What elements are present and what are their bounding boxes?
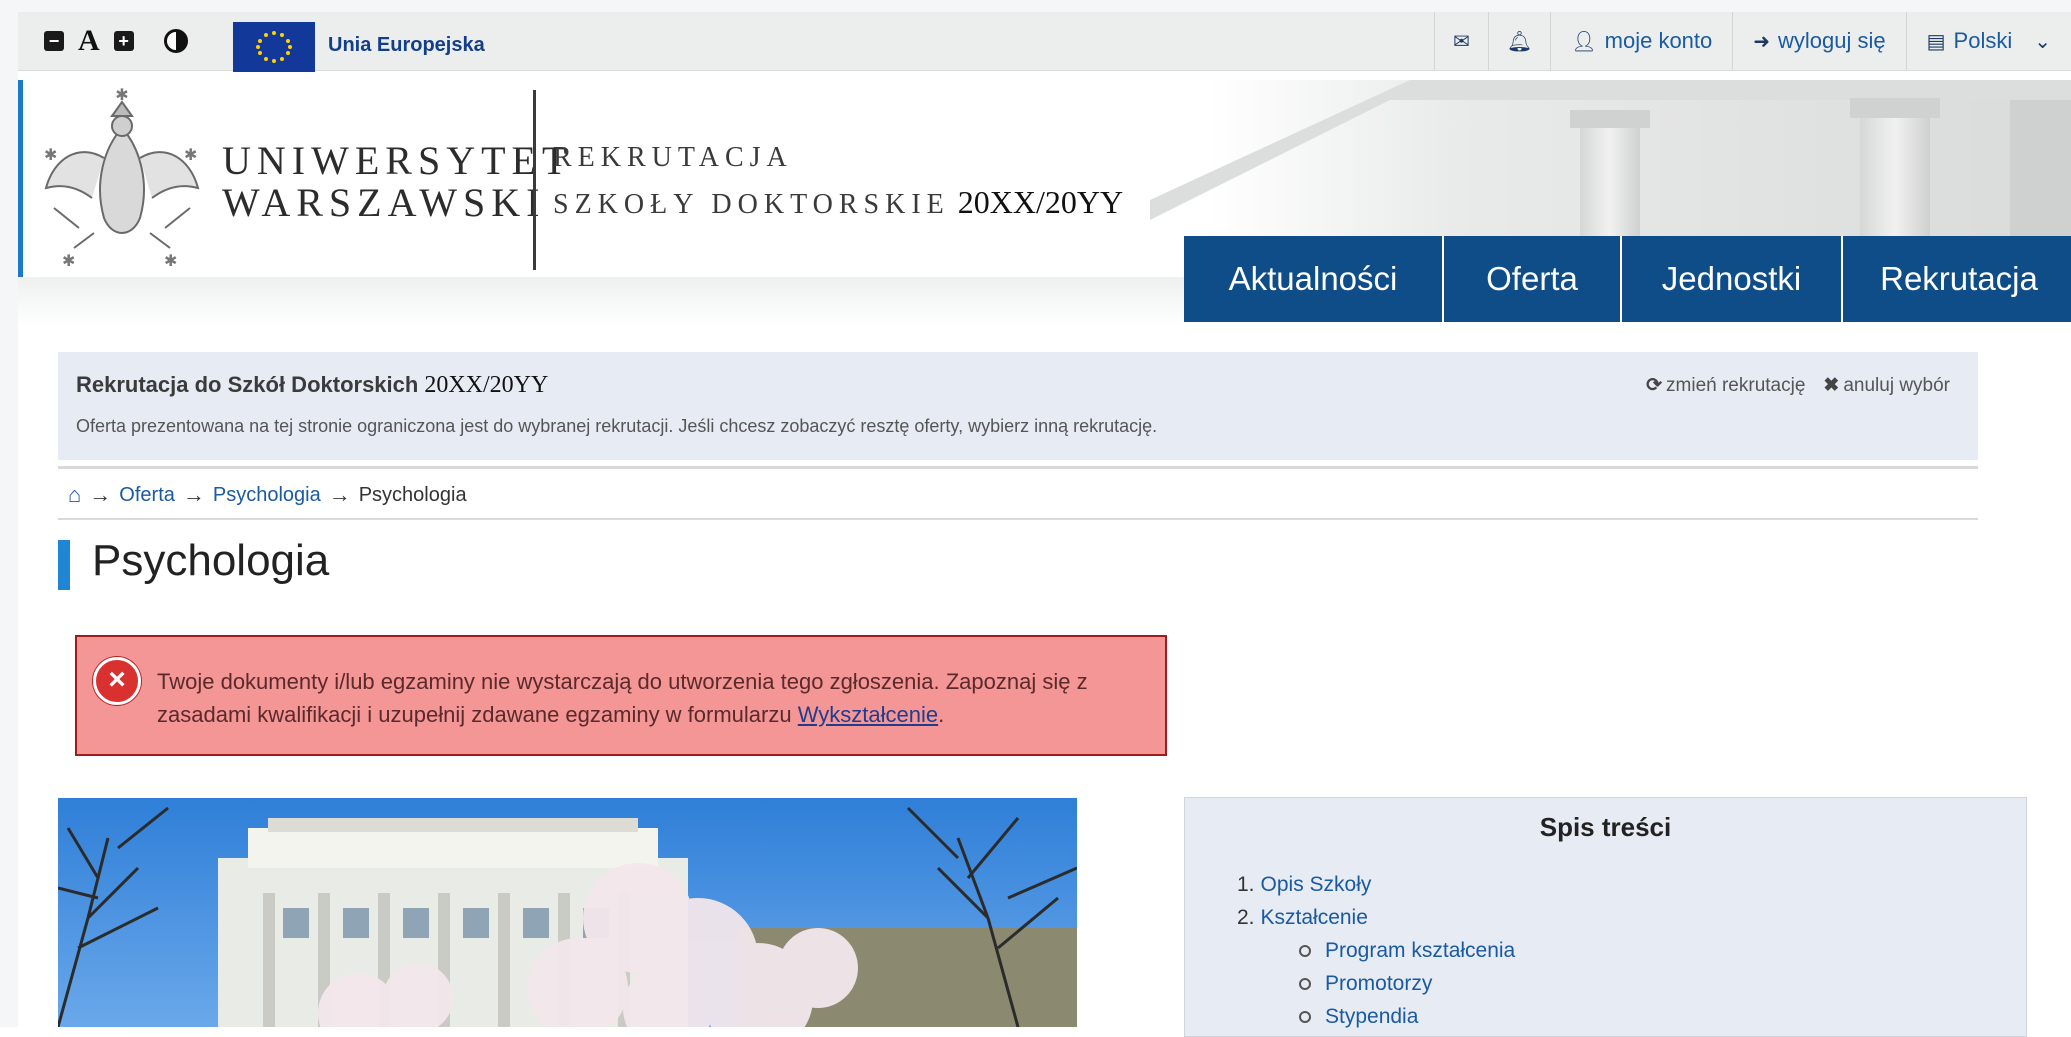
arrow-right-icon: → <box>89 482 112 507</box>
table-of-contents: Spis treści 1. Opis Szkoły 2. Kształcenie … <box>1184 797 2027 1037</box>
decrease-font-icon[interactable]: − <box>44 31 64 51</box>
font-size-icon[interactable]: A <box>78 26 100 56</box>
error-icon: × <box>93 657 141 705</box>
header-shadow <box>18 277 1184 327</box>
my-account-link[interactable]: 👤︎ moje konto <box>1550 12 1732 70</box>
divider <box>58 518 1978 520</box>
toc-link-opis-szkoly[interactable]: Opis Szkoły <box>1261 873 1372 896</box>
nav-item-rekrutacja[interactable]: Rekrutacja <box>1841 236 2071 322</box>
recruitment-year: 20XX/20YY <box>424 372 549 398</box>
breadcrumb-current: Psychologia <box>358 483 467 506</box>
increase-font-icon[interactable]: + <box>113 31 134 51</box>
toc-list: 1. Opis Szkoły 2. Kształcenie Program kszt… <box>1237 868 1515 1033</box>
main-navigation: Aktualności Oferta Jednostki Rekrutacja <box>1184 236 2071 322</box>
chevron-down-icon: ⌄ <box>2034 30 2051 53</box>
error-message-text: Twoje dokumenty i/lub egzaminy nie wysta… <box>157 669 1088 727</box>
messages-button[interactable]: ✉ <box>1434 12 1488 70</box>
language-icon: ▤ <box>1926 30 1946 53</box>
bell-icon: 🔔︎ <box>1506 30 1533 53</box>
svg-text:✱: ✱ <box>184 147 197 164</box>
university-name-line2: WARSZAWSKI <box>222 180 546 225</box>
toc-item-number: 1. <box>1237 873 1255 896</box>
breadcrumb-item-oferta[interactable]: Oferta <box>119 484 175 507</box>
envelope-icon: ✉ <box>1453 30 1470 53</box>
sign-out-icon: ➜ <box>1753 30 1771 53</box>
divider <box>58 466 1978 469</box>
doctoral-schools-heading: SZKOŁY DOKTORSKIE 20XX/20YY <box>553 184 1123 221</box>
doctoral-schools-label: SZKOŁY DOKTORSKIE <box>553 189 950 220</box>
top-utility-bar: − A + Unia Europejska ✉ 🔔︎ 👤︎ moje konto <box>18 12 2071 72</box>
recruitment-heading: REKRUTACJA <box>553 142 793 173</box>
accessibility-controls: − A + <box>44 26 188 56</box>
university-name-line1: UNIWERSYTET <box>222 138 573 183</box>
notifications-button[interactable]: 🔔︎ <box>1487 12 1550 70</box>
nav-item-jednostki[interactable]: Jednostki <box>1620 236 1841 322</box>
svg-text:✱: ✱ <box>115 88 128 104</box>
toc-link-stypendia[interactable]: Stypendia <box>1325 1005 1418 1028</box>
toc-link-ksztalcenie[interactable]: Kształcenie <box>1261 906 1368 929</box>
university-eagle-logo[interactable]: ✱ ✱ ✱ ✱ ✱ <box>34 87 210 273</box>
recruitment-title-text: Rekrutacja do Szkół Doktorskich <box>76 372 419 397</box>
bullet-icon <box>1299 945 1311 958</box>
page-title: Psychologia <box>92 536 330 585</box>
toc-item: 1. Opis Szkoły <box>1237 868 1515 901</box>
cancel-selection-label: anuluj wybór <box>1843 375 1950 396</box>
svg-text:✱: ✱ <box>62 253 75 270</box>
university-name: UNIWERSYTET WARSZAWSKI <box>222 140 572 224</box>
bullet-icon <box>1299 1011 1311 1024</box>
eu-label: Unia Europejska <box>328 34 485 56</box>
logout-label: wyloguj się <box>1778 28 1886 53</box>
change-recruitment-link[interactable]: ⟳ zmień rekrutację <box>1646 374 1805 397</box>
cancel-selection-link[interactable]: ✖ anuluj wybór <box>1823 374 1950 397</box>
user-icon: 👤︎ <box>1571 30 1597 53</box>
header-year: 20XX/20YY <box>957 184 1124 220</box>
bullet-icon <box>1299 978 1311 991</box>
title-accent-bar <box>58 540 70 590</box>
logout-link[interactable]: ➜ wyloguj się <box>1732 12 1905 70</box>
my-account-label: moje konto <box>1604 28 1713 53</box>
close-icon: ✖ <box>1823 375 1840 396</box>
home-icon[interactable]: ⌂ <box>68 482 81 508</box>
nav-item-oferta[interactable]: Oferta <box>1442 236 1620 322</box>
toc-link-program-ksztalcenia[interactable]: Program kształcenia <box>1325 939 1515 962</box>
change-recruitment-label: zmień rekrutację <box>1666 375 1806 396</box>
education-form-link[interactable]: Wykształcenie <box>798 702 938 727</box>
language-label: Polski <box>1953 28 2013 53</box>
recruitment-title: Rekrutacja do Szkół Doktorskich 20XX/20YY <box>76 372 548 399</box>
user-menu: ✉ 🔔︎ 👤︎ moje konto ➜ wyloguj się ▤ Polsk… <box>1434 12 2071 70</box>
university-building-photo <box>58 798 1077 1027</box>
error-message: Twoje dokumenty i/lub egzaminy nie wysta… <box>157 665 1147 731</box>
header-divider <box>533 90 536 270</box>
breadcrumb: ⌂ → Oferta → Psychologia → Psychologia <box>68 482 467 508</box>
error-message-suffix: . <box>938 702 945 727</box>
nav-item-aktualnosci[interactable]: Aktualności <box>1184 236 1442 322</box>
breadcrumb-item-psychologia[interactable]: Psychologia <box>213 484 321 507</box>
error-alert: × Twoje dokumenty i/lub egzaminy nie wys… <box>75 635 1167 756</box>
toc-subitem: Promotorzy <box>1237 967 1515 1000</box>
toc-title: Spis treści <box>1539 812 1672 842</box>
svg-text:✱: ✱ <box>44 147 57 164</box>
eu-flag-icon <box>233 22 315 72</box>
refresh-icon: ⟳ <box>1646 375 1663 396</box>
selected-recruitment-panel: Rekrutacja do Szkół Doktorskich 20XX/20YY… <box>58 352 1978 460</box>
language-select[interactable]: ▤ Polski ⌄ <box>1905 12 2071 70</box>
recruitment-description: Oferta prezentowana na tej stronie ogran… <box>76 416 1158 436</box>
arrow-right-icon: → <box>182 482 205 507</box>
toc-item-number: 2. <box>1237 906 1255 929</box>
contrast-icon[interactable] <box>163 29 188 53</box>
arrow-right-icon: → <box>328 482 351 507</box>
toc-subitem: Stypendia <box>1237 1000 1515 1033</box>
toc-item: 2. Kształcenie <box>1237 901 1515 934</box>
recruitment-actions: ⟳ zmień rekrutację ✖ anuluj wybór <box>1646 374 1950 397</box>
svg-text:✱: ✱ <box>164 253 177 270</box>
toc-subitem: Program kształcenia <box>1237 934 1515 967</box>
toc-link-promotorzy[interactable]: Promotorzy <box>1325 972 1432 995</box>
header-accent-bar <box>18 80 23 277</box>
